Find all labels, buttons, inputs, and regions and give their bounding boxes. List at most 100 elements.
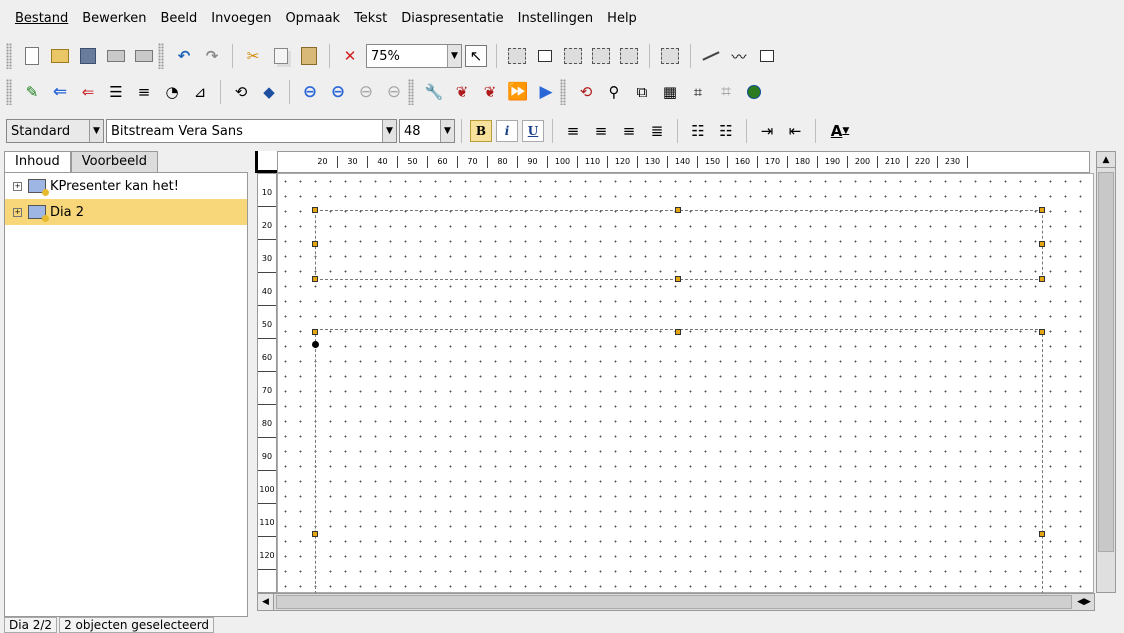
arrow-right-button[interactable]: ⇐ (75, 79, 101, 105)
slide-item-1[interactable]: + KPresenter kan het! (5, 173, 247, 199)
resize-handle[interactable] (1039, 241, 1045, 247)
start-presentation-button[interactable]: ⏩ (505, 79, 531, 105)
copy-button[interactable] (268, 43, 294, 69)
menu-instellingen[interactable]: Instellingen (511, 8, 601, 30)
menu-bestand[interactable]: Bestand (8, 8, 75, 30)
italic-button[interactable]: i (496, 120, 518, 142)
pen-style-button[interactable]: ✎ (19, 79, 45, 105)
line-tool-button[interactable] (698, 43, 724, 69)
horizontal-ruler[interactable]: 20 30 40 50 60 70 80 90 100 110 120 130 140 150 160 170… (277, 151, 1090, 173)
resize-handle[interactable] (1039, 207, 1045, 213)
align-center-button[interactable]: ≡ (588, 118, 614, 144)
insert-picture-button[interactable] (560, 43, 586, 69)
outdent-button[interactable]: ⇤ (782, 118, 808, 144)
horizontal-scrollbar[interactable]: ◀ ◀▶ (257, 593, 1095, 611)
expand-icon[interactable]: + (13, 181, 22, 191)
slide-canvas[interactable] (277, 173, 1094, 594)
line-width-button[interactable]: ≡ (131, 79, 157, 105)
last-slide-button[interactable]: ⊖ (381, 79, 407, 105)
bullet-list-button[interactable]: ☷ (713, 118, 739, 144)
body-placeholder-frame[interactable] (315, 329, 1043, 594)
arrow-left-button[interactable]: ⇐ (47, 79, 73, 105)
text-color-button[interactable]: A ▼ (823, 118, 857, 144)
group-button[interactable]: ⧉ (629, 79, 655, 105)
distribute-button[interactable]: ⌗ (713, 79, 739, 105)
resize-handle[interactable] (675, 276, 681, 282)
indent-button[interactable]: ⇥ (754, 118, 780, 144)
justify-button[interactable]: ≣ (644, 118, 670, 144)
custom-show-button[interactable]: ❦ (477, 79, 503, 105)
scroll-up-icon[interactable]: ▲ (1097, 152, 1115, 168)
resize-handle[interactable] (675, 207, 681, 213)
zoom-tool-button[interactable]: ⚲ (601, 79, 627, 105)
menu-help[interactable]: Help (600, 8, 644, 30)
vertical-scroll-thumb[interactable] (1098, 172, 1114, 552)
rectangle-tool-button[interactable] (754, 43, 780, 69)
resize-handle[interactable] (312, 329, 318, 335)
rotate-object-button[interactable]: ⟲ (573, 79, 599, 105)
outline-color-button[interactable]: ⊿ (187, 79, 213, 105)
resize-handle[interactable] (312, 531, 318, 537)
tab-voorbeeld[interactable]: Voorbeeld (70, 151, 159, 173)
freehand-tool-button[interactable]: 〰 (726, 43, 752, 69)
insert-shape-button[interactable] (532, 43, 558, 69)
chevron-down-icon[interactable]: ▼ (447, 45, 461, 67)
resize-handle[interactable] (312, 207, 318, 213)
line-style-button[interactable]: ☰ (103, 79, 129, 105)
insert-object-button[interactable] (616, 43, 642, 69)
open-button[interactable] (47, 43, 73, 69)
expand-icon[interactable]: + (13, 207, 22, 217)
previous-slide-button[interactable]: ⊖ (325, 79, 351, 105)
next-slide-button[interactable]: ⊖ (353, 79, 379, 105)
menu-bewerken[interactable]: Bewerken (75, 8, 153, 30)
insert-table-button[interactable] (588, 43, 614, 69)
vertical-scrollbar[interactable]: ▲ (1096, 151, 1116, 593)
chevron-down-icon[interactable]: ▼ (440, 120, 454, 142)
save-button[interactable] (75, 43, 101, 69)
resize-handle[interactable] (312, 241, 318, 247)
font-size-select[interactable]: 48 ▼ (399, 119, 455, 143)
rotate-button[interactable]: ⟲ (228, 79, 254, 105)
align-button[interactable]: ⌗ (685, 79, 711, 105)
ruler-corner-tab-selector[interactable] (255, 151, 277, 173)
chevron-down-icon[interactable]: ▼ (382, 120, 396, 142)
new-button[interactable] (19, 43, 45, 69)
menu-invoegen[interactable]: Invoegen (204, 8, 278, 30)
configure-button[interactable]: 🔧 (421, 79, 447, 105)
style-select[interactable]: Standard ▼ (6, 119, 104, 143)
undo-button[interactable]: ↶ (171, 43, 197, 69)
resize-handle[interactable] (312, 276, 318, 282)
resize-handle[interactable] (1039, 329, 1045, 335)
chevron-down-icon[interactable]: ▼ (89, 120, 103, 142)
print-button[interactable] (103, 43, 129, 69)
resize-handle[interactable] (1039, 276, 1045, 282)
insert-textbox-button[interactable] (504, 43, 530, 69)
title-placeholder-frame[interactable] (315, 210, 1043, 280)
menu-opmaak[interactable]: Opmaak (278, 8, 347, 30)
bold-button[interactable]: B (470, 120, 492, 142)
resize-handle[interactable] (675, 329, 681, 335)
numbered-list-button[interactable]: ☷ (685, 118, 711, 144)
horizontal-scroll-thumb[interactable] (276, 595, 1072, 609)
slide-transition-button[interactable]: ❦ (449, 79, 475, 105)
vertical-ruler[interactable]: 10 20 30 40 50 60 70 80 90 100 110 120 (257, 173, 277, 593)
delete-button[interactable]: ✕ (337, 43, 363, 69)
tab-inhoud[interactable]: Inhoud (4, 151, 71, 173)
print-preview-button[interactable] (131, 43, 157, 69)
toolbar-grip[interactable] (6, 43, 12, 69)
resize-handle[interactable] (1039, 531, 1045, 537)
underline-button[interactable]: U (522, 120, 544, 142)
slide-item-2[interactable]: + Dia 2 (5, 199, 247, 225)
play-button[interactable]: ▶ (533, 79, 559, 105)
toolbar-grip[interactable] (6, 79, 12, 105)
select-tool-button[interactable]: ↖ (463, 43, 489, 69)
insert-clipart-button[interactable] (657, 43, 683, 69)
slide-show-button[interactable]: ▦ (657, 79, 683, 105)
scroll-left-icon[interactable]: ◀ (258, 594, 274, 610)
cut-button[interactable]: ✂ (240, 43, 266, 69)
menu-diaspresentatie[interactable]: Diaspresentatie (394, 8, 510, 30)
menu-beeld[interactable]: Beeld (153, 8, 204, 30)
redo-button[interactable]: ↷ (199, 43, 225, 69)
menu-tekst[interactable]: Tekst (347, 8, 394, 30)
first-slide-button[interactable]: ⊖ (297, 79, 323, 105)
